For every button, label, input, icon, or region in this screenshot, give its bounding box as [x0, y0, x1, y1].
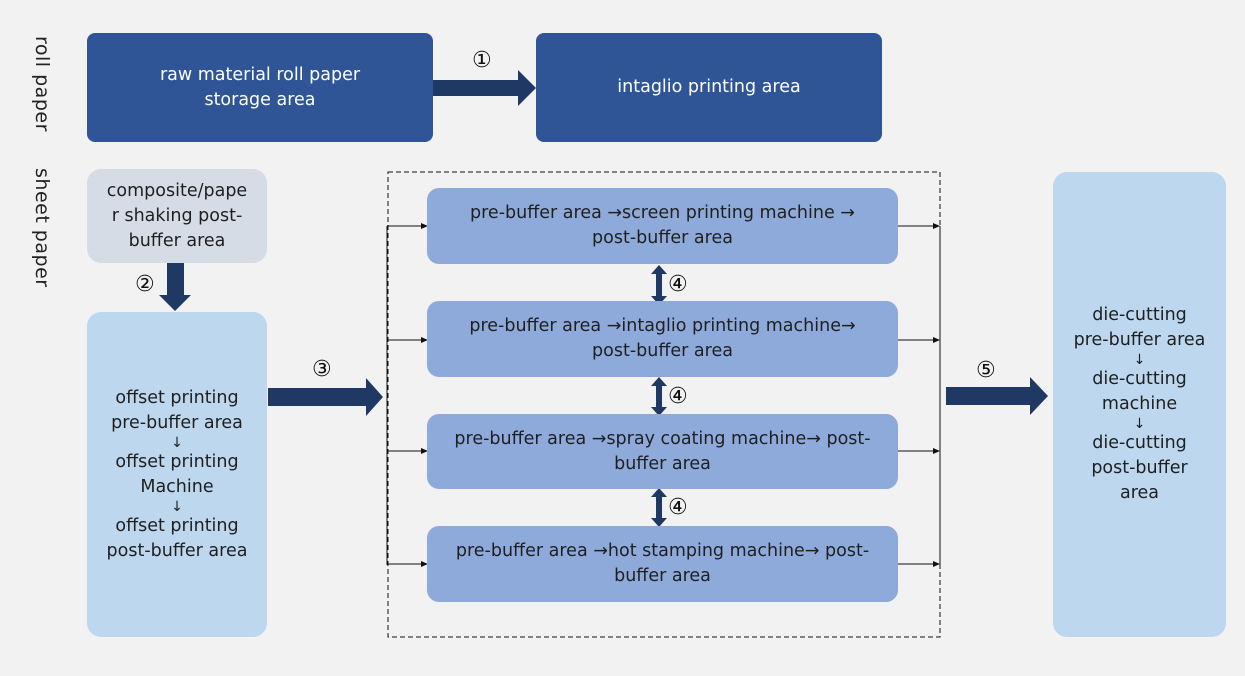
box-text: post-buffer — [1091, 458, 1188, 478]
raw-material-storage-box: raw material roll paper storage area — [87, 33, 433, 142]
flow-arrow-5 — [946, 377, 1048, 415]
box-text: r shaking post- — [111, 205, 243, 226]
screen-printing-box: pre-buffer area →screen printing machine… — [427, 188, 898, 264]
box-text: pre-buffer area →intaglio printing machi… — [469, 316, 856, 336]
flow-arrow-4b — [651, 377, 667, 416]
step-label-4a: ④ — [668, 272, 688, 297]
step-label-3: ③ — [312, 357, 332, 382]
box-text: pre-buffer area →screen printing machine… — [470, 203, 855, 223]
down-arrow-icon: ↓ — [1133, 416, 1146, 432]
hot-stamping-box: pre-buffer area →hot stamping machine→ p… — [427, 526, 898, 602]
box-text: composite/pape — [106, 180, 248, 201]
flow-arrow-4a — [651, 265, 667, 305]
flow-arrow-3 — [268, 378, 383, 416]
box-text: pre-buffer area →spray coating machine→ … — [454, 428, 871, 449]
box-text: pre-buffer area →hot stamping machine→ p… — [455, 541, 870, 561]
box-text: machine — [1101, 394, 1178, 414]
box-text: pre-buffer area — [1073, 330, 1206, 350]
box-text: Machine — [140, 476, 214, 497]
die-cutting-box: die-cutting pre-buffer area ↓ die-cuttin… — [1053, 172, 1226, 637]
box-text: die-cutting — [1092, 433, 1187, 453]
box-text: die-cutting — [1092, 305, 1187, 325]
spray-coating-box: pre-buffer area →spray coating machine→ … — [427, 414, 898, 489]
box-text: offset printing — [115, 387, 239, 408]
step-label-5: ⑤ — [976, 358, 996, 383]
box-text: pre-buffer area — [111, 412, 243, 433]
distribution-bus-left — [386, 223, 428, 567]
composite-shaking-buffer-box: composite/pape r shaking post- buffer ar… — [87, 169, 267, 263]
intaglio-printing-machine-box: pre-buffer area →intaglio printing machi… — [427, 301, 898, 377]
box-text: area — [1119, 483, 1160, 503]
box-text: storage area — [204, 89, 316, 110]
box-text: raw material roll paper — [159, 64, 361, 85]
step-label-2: ② — [135, 272, 155, 297]
box-text: post-buffer area — [592, 341, 733, 361]
intaglio-printing-area-box: intaglio printing area — [536, 33, 882, 142]
down-arrow-icon: ↓ — [171, 434, 183, 451]
box-text: buffer area — [128, 230, 226, 251]
box-text: die-cutting — [1092, 369, 1187, 389]
box-text: offset printing — [115, 451, 239, 472]
step-label-4c: ④ — [668, 495, 688, 520]
offset-printing-box: offset printing pre-buffer area ↓ offset… — [87, 312, 267, 637]
box-text: intaglio printing area — [617, 77, 801, 97]
box-text: post-buffer area — [106, 540, 248, 561]
step-label-4b: ④ — [668, 384, 688, 409]
down-arrow-icon: ↓ — [171, 498, 183, 515]
down-arrow-icon: ↓ — [1133, 352, 1146, 368]
box-text: post-buffer area — [592, 228, 733, 248]
flow-arrow-1 — [433, 70, 536, 106]
box-text: buffer area — [614, 566, 711, 586]
box-text: offset printing — [115, 515, 239, 536]
step-label-1: ① — [472, 48, 492, 73]
collection-bus-right — [898, 223, 941, 567]
flow-arrow-2 — [159, 263, 191, 311]
box-text: buffer area — [614, 453, 711, 474]
flow-arrow-4c — [651, 488, 667, 527]
